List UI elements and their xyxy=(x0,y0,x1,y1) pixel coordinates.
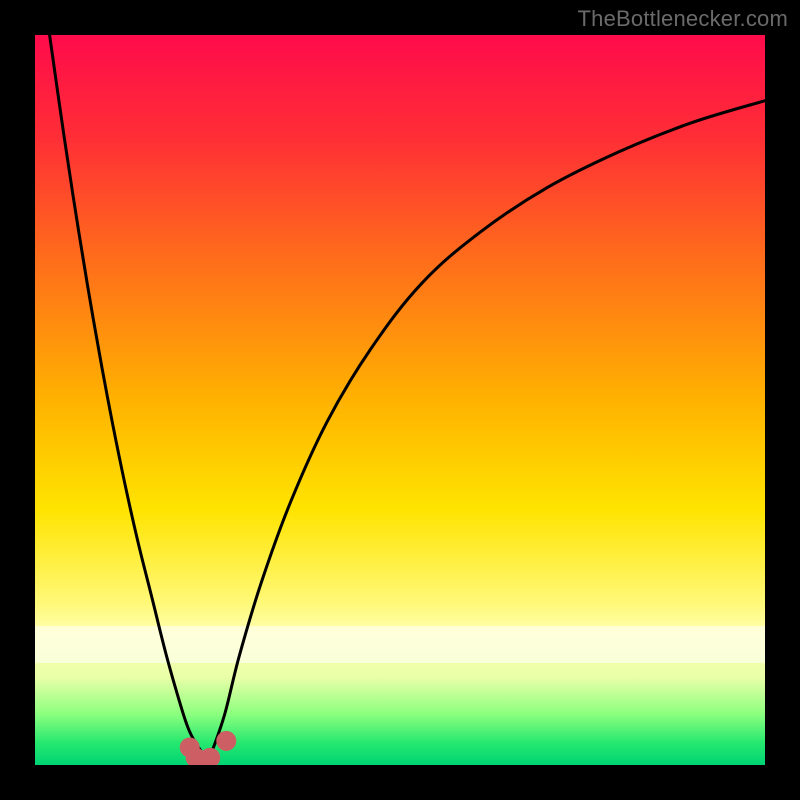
valley-markers xyxy=(180,731,237,765)
curve-left-branch xyxy=(50,35,201,750)
curve-right-branch xyxy=(212,101,765,751)
marker-valley-right xyxy=(216,731,236,751)
plot-area xyxy=(35,35,765,765)
watermark-text: TheBottlenecker.com xyxy=(578,6,788,32)
marker-valley-bottom-right xyxy=(200,748,220,765)
chart-frame: TheBottlenecker.com xyxy=(0,0,800,800)
curve-layer xyxy=(35,35,765,765)
